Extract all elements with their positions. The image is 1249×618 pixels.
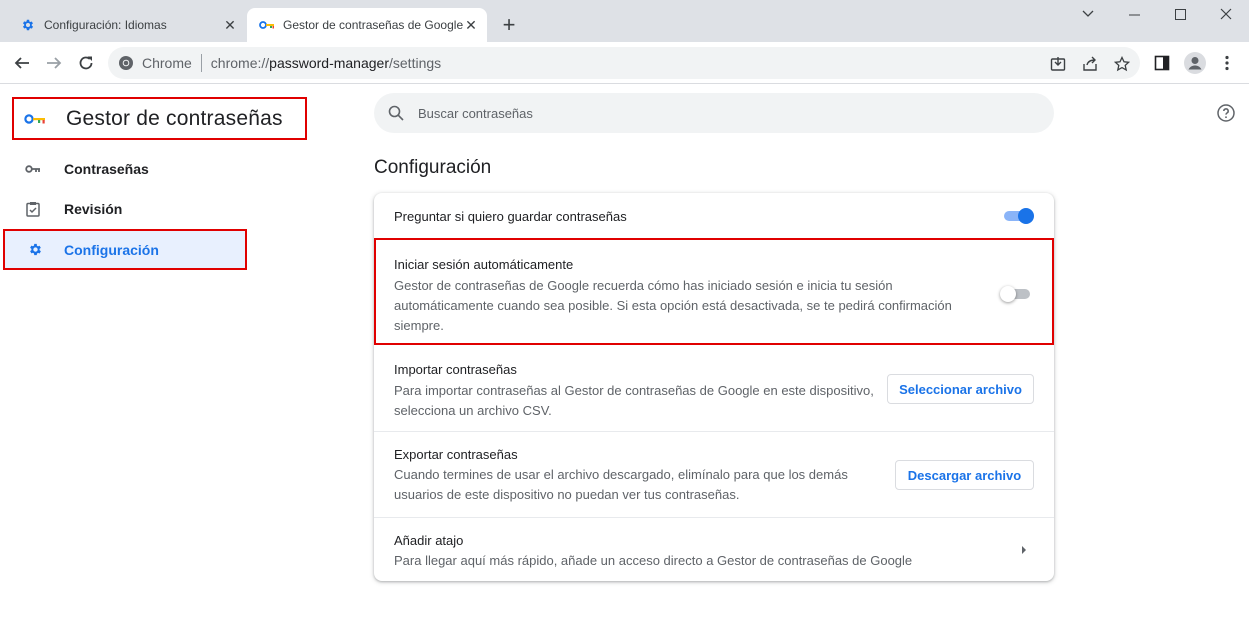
sidebar-item-contrasenas[interactable]: Contraseñas <box>0 149 248 189</box>
reload-button[interactable] <box>73 50 99 76</box>
app-title: Gestor de contraseñas <box>66 106 283 130</box>
setting-title: Importar contraseñas <box>394 362 517 377</box>
setting-desc-line: Para importar contraseñas al Gestor de c… <box>394 383 874 398</box>
setting-desc-line: selecciona un archivo CSV. <box>394 403 552 418</box>
setting-import-passwords: Importar contraseñas Para importar contr… <box>374 345 1054 431</box>
setting-desc-line: Gestor de contraseñas de Google recuerda… <box>394 278 893 293</box>
chip-label: Chrome <box>142 55 192 71</box>
sidebar-item-revision[interactable]: Revisión <box>0 189 248 229</box>
setting-desc-line: usuarios de este dispositivo no puedan v… <box>394 487 740 502</box>
tab-configuracion-idiomas[interactable]: Configuración: Idiomas ✕ <box>8 8 246 42</box>
omnibox-divider <box>200 54 202 72</box>
more-menu-icon[interactable] <box>1214 50 1240 76</box>
select-file-button[interactable]: Seleccionar archivo <box>887 374 1034 404</box>
sidebar-item-configuracion[interactable]: Configuración <box>3 229 247 270</box>
setting-desc-line: Cuando termines de usar el archivo desca… <box>394 467 848 482</box>
url-path: /settings <box>389 55 442 71</box>
minimize-button[interactable] <box>1111 1 1157 29</box>
download-file-button[interactable]: Descargar archivo <box>895 460 1034 490</box>
setting-title: Añadir atajo <box>394 533 464 548</box>
tab-title: Gestor de contraseñas de Google <box>283 18 464 32</box>
setting-title: Iniciar sesión automáticamente <box>394 257 574 272</box>
setting-auto-sign-in[interactable]: Iniciar sesión automáticamente Gestor de… <box>374 238 1054 345</box>
setting-desc-line: siempre. <box>394 318 444 333</box>
setting-desc-line: automáticamente cuando sea posible. Si e… <box>394 298 952 313</box>
maximize-button[interactable] <box>1157 0 1203 28</box>
search-box[interactable] <box>374 93 1054 133</box>
close-icon[interactable]: ✕ <box>222 17 238 33</box>
tab-search-chevron-icon[interactable] <box>1065 0 1111 28</box>
gear-icon <box>26 241 44 259</box>
site-chip[interactable]: Chrome <box>118 55 192 71</box>
gear-icon <box>20 17 36 33</box>
install-app-icon[interactable] <box>1049 55 1067 73</box>
sidebar-item-label: Configuración <box>64 241 159 258</box>
setting-title: Preguntar si quiero guardar contraseñas <box>394 209 627 224</box>
help-icon[interactable] <box>1216 103 1236 123</box>
tab-title: Configuración: Idiomas <box>44 18 167 32</box>
forward-button[interactable] <box>41 50 67 76</box>
close-icon[interactable]: ✕ <box>463 17 479 33</box>
url-scheme: chrome:// <box>210 55 270 71</box>
close-window-button[interactable] <box>1203 0 1249 28</box>
tab-gestor-contrasenas[interactable]: Gestor de contraseñas de Google ✕ <box>247 8 487 42</box>
key-icon <box>259 17 275 33</box>
tab-strip: Configuración: Idiomas ✕ Gestor de contr… <box>0 0 1249 42</box>
chevron-right-icon <box>1016 542 1032 558</box>
back-button[interactable] <box>9 50 35 76</box>
address-bar[interactable]: Chrome chrome://password-manager/setting… <box>108 47 1140 79</box>
app-header: Gestor de contraseñas <box>12 97 307 140</box>
share-icon[interactable] <box>1081 55 1099 73</box>
side-panel-icon[interactable] <box>1149 50 1175 76</box>
setting-export-passwords: Exportar contraseñas Cuando termines de … <box>374 431 1054 517</box>
clipboard-check-icon <box>24 200 42 218</box>
password-manager-page: Gestor de contraseñas Contraseñas Revisi… <box>0 85 1249 618</box>
setting-add-shortcut[interactable]: Añadir atajo Para llegar aquí más rápido… <box>374 517 1054 581</box>
auto-sign-in-toggle[interactable] <box>1000 286 1032 302</box>
sidebar-item-label: Revisión <box>64 201 123 217</box>
settings-card: Preguntar si quiero guardar contraseñas … <box>374 193 1054 581</box>
sidebar-item-label: Contraseñas <box>64 161 149 177</box>
bookmark-star-icon[interactable] <box>1113 55 1131 73</box>
chrome-icon <box>118 55 134 71</box>
browser-toolbar: Chrome chrome://password-manager/setting… <box>0 42 1249 84</box>
setting-offer-to-save[interactable]: Preguntar si quiero guardar contraseñas <box>374 193 1054 239</box>
search-icon <box>388 105 404 121</box>
setting-title: Exportar contraseñas <box>394 447 518 462</box>
search-input[interactable] <box>418 105 978 121</box>
url-host: password-manager <box>269 55 389 71</box>
setting-desc-line: Para llegar aquí más rápido, añade un ac… <box>394 553 913 568</box>
section-title: Configuración <box>374 157 492 178</box>
profile-avatar-icon[interactable] <box>1182 50 1208 76</box>
toggle-knob <box>1018 208 1034 224</box>
password-manager-logo-icon <box>24 113 46 125</box>
new-tab-button[interactable]: + <box>497 12 521 37</box>
key-icon <box>24 160 42 178</box>
offer-to-save-toggle[interactable] <box>1002 208 1034 224</box>
toggle-knob <box>1000 286 1016 302</box>
